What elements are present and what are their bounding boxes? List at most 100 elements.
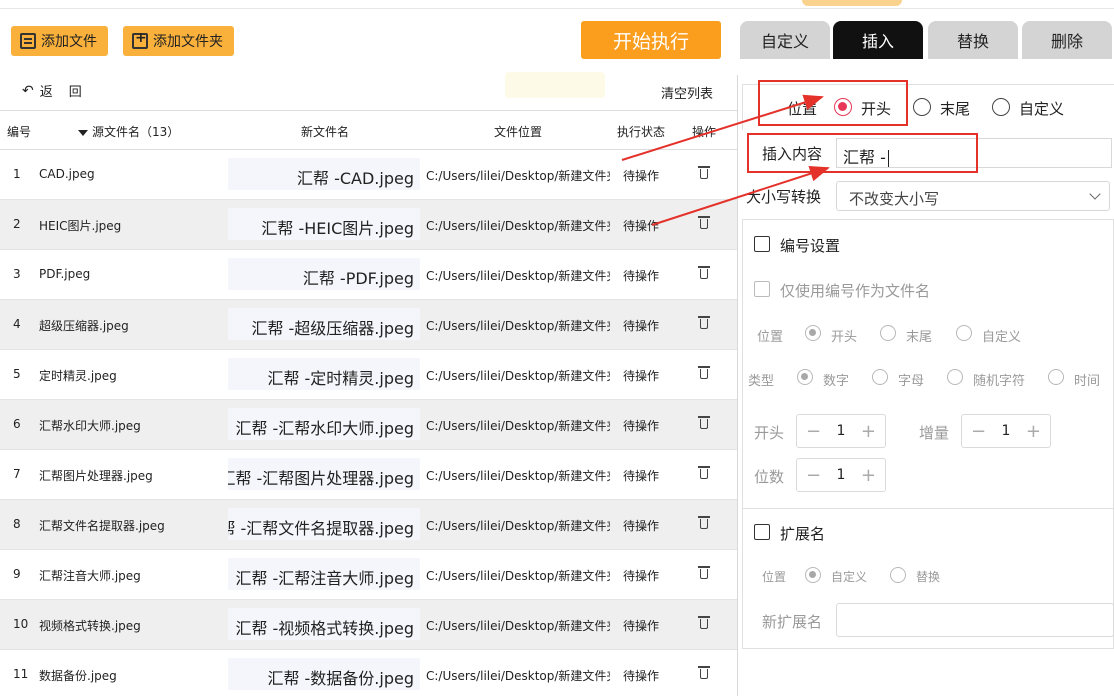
top-accent-tab (802, 0, 902, 6)
col-status: 执行状态 (617, 125, 666, 139)
row-new-name-field[interactable]: 汇帮 -数据备份.jpeg (228, 658, 420, 690)
row-source-name: 汇帮注音大师.jpeg (39, 569, 141, 583)
position-start-radio[interactable] (834, 98, 852, 116)
type-letter-radio[interactable] (872, 369, 888, 385)
row-new-name-field[interactable]: 汇帮 -CAD.jpeg (228, 158, 420, 190)
type-random-radio[interactable] (947, 369, 963, 385)
plus-icon[interactable]: + (1026, 421, 1041, 442)
row-location: C:/Users/lilei/Desktop/新建文件夹 (426, 419, 610, 433)
table-row[interactable]: 3 PDF.jpeg 汇帮 -PDF.jpeg C:/Users/lilei/Desk… (0, 250, 737, 300)
table-row[interactable]: 11 数据备份.jpeg 汇帮 -数据备份.jpeg C:/Users/lilei/D… (0, 650, 737, 696)
table-row[interactable]: 5 定时精灵.jpeg 汇帮 -定时精灵.jpeg C:/Users/lilei/De… (0, 350, 737, 400)
trash-icon[interactable] (698, 316, 710, 330)
table-row[interactable]: 2 HEIC图片.jpeg 汇帮 -HEIC图片.jpeg C:/Users/lile… (0, 200, 737, 250)
position-start-label: 开头 (861, 100, 892, 118)
table-row[interactable]: 6 汇帮水印大师.jpeg 汇帮 -汇帮水印大师.jpeg C:/Users/lile… (0, 400, 737, 450)
row-new-name-field[interactable]: 汇帮 -定时精灵.jpeg (228, 358, 420, 390)
position-end-radio[interactable] (913, 98, 931, 116)
trash-icon[interactable] (698, 366, 710, 380)
plus-icon[interactable]: + (861, 421, 876, 442)
file-icon (20, 33, 36, 49)
type-number-radio[interactable] (797, 369, 813, 385)
numbering-checkbox[interactable] (754, 236, 770, 252)
num-position-end-label: 末尾 (906, 330, 933, 345)
ext-replace-radio[interactable] (890, 567, 906, 583)
faded-highlight (505, 72, 605, 98)
row-new-name-field[interactable]: 汇帮 -视频格式转换.jpeg (228, 608, 420, 640)
trash-icon[interactable] (698, 466, 710, 480)
tab-delete[interactable]: 删除 (1022, 21, 1112, 59)
ext-position-label: 位置 (762, 570, 787, 584)
tab-replace[interactable]: 替换 (928, 21, 1018, 59)
row-new-name-field[interactable]: 汇帮 -PDF.jpeg (228, 258, 420, 290)
ext-custom-radio[interactable] (805, 567, 821, 583)
digits-label: 位数 (754, 468, 785, 486)
tab-insert[interactable]: 插入 (833, 21, 923, 59)
num-position-end-radio[interactable] (880, 325, 896, 341)
trash-icon[interactable] (698, 666, 710, 680)
row-status: 待操作 (623, 169, 660, 183)
row-source-name: CAD.jpeg (39, 167, 95, 181)
trash-icon[interactable] (698, 216, 710, 230)
row-status: 待操作 (623, 669, 660, 683)
table-row[interactable]: 1 CAD.jpeg 汇帮 -CAD.jpeg C:/Users/lilei/Desk… (0, 150, 737, 200)
numbering-title: 编号设置 (780, 237, 841, 255)
trash-icon[interactable] (698, 416, 710, 430)
trash-icon[interactable] (698, 616, 710, 630)
num-position-custom-radio[interactable] (956, 325, 972, 341)
plus-icon[interactable]: + (861, 465, 876, 486)
row-source-name: 汇帮文件名提取器.jpeg (39, 519, 165, 533)
row-number: 1 (13, 167, 21, 181)
start-stepper[interactable]: − 1 + (796, 414, 886, 448)
ext-custom-label: 自定义 (831, 570, 868, 584)
table-row[interactable]: 4 超级压缩器.jpeg 汇帮 -超级压缩器.jpeg C:/Users/lilei/… (0, 300, 737, 350)
insert-content-label: 插入内容 (762, 145, 823, 163)
table-row[interactable]: 8 汇帮文件名提取器.jpeg 汇帮 -汇帮文件名提取器.jpeg C:/Users/… (0, 500, 737, 550)
trash-icon[interactable] (698, 566, 710, 580)
case-label: 大小写转换 (746, 188, 822, 206)
position-custom-radio[interactable] (992, 98, 1010, 116)
digits-stepper[interactable]: − 1 + (796, 458, 886, 492)
ext-replace-label: 替换 (916, 570, 941, 584)
tab-custom[interactable]: 自定义 (740, 21, 830, 59)
row-number: 10 (13, 617, 29, 631)
row-location: C:/Users/lilei/Desktop/新建文件夹 (426, 469, 610, 483)
insert-content-value: 汇帮 - (843, 148, 886, 167)
only-number-checkbox[interactable] (754, 281, 770, 297)
row-new-name-field[interactable]: 汇帮 -汇帮水印大师.jpeg (228, 408, 420, 440)
num-type-label: 类型 (748, 374, 775, 389)
table-row[interactable]: 9 汇帮注音大师.jpeg 汇帮 -汇帮注音大师.jpeg C:/Users/lile… (0, 550, 737, 600)
type-time-radio[interactable] (1048, 369, 1064, 385)
row-new-name-field[interactable]: 汇帮 -汇帮文件名提取器.jpeg (228, 508, 420, 540)
start-button[interactable]: 开始执行 (581, 21, 721, 59)
row-location: C:/Users/lilei/Desktop/新建文件夹 (426, 519, 610, 533)
trash-icon[interactable] (698, 166, 710, 180)
add-file-button[interactable]: 添加文件 (11, 26, 108, 56)
clear-list-button[interactable]: 清空列表 (661, 83, 713, 102)
back-button[interactable]: ↶ 返 回 (22, 81, 82, 101)
new-ext-input[interactable] (836, 603, 1114, 637)
trash-icon[interactable] (698, 266, 710, 280)
num-position-start-radio[interactable] (805, 325, 821, 341)
row-new-name: 汇帮 -PDF.jpeg (302, 269, 414, 288)
step-stepper[interactable]: − 1 + (961, 414, 1051, 448)
col-src-label: 源文件名（13） (92, 125, 180, 139)
insert-content-input[interactable]: 汇帮 - (836, 138, 1112, 168)
table-row[interactable]: 7 汇帮图片处理器.jpeg 汇帮 -汇帮图片处理器.jpeg C:/Users/li… (0, 450, 737, 500)
add-folder-button[interactable]: 添加文件夹 (123, 26, 234, 56)
extension-title: 扩展名 (780, 525, 826, 543)
table-row[interactable]: 10 视频格式转换.jpeg 汇帮 -视频格式转换.jpeg C:/Users/lil… (0, 600, 737, 650)
row-status: 待操作 (623, 469, 660, 483)
chevron-down-icon (1089, 188, 1101, 200)
row-location: C:/Users/lilei/Desktop/新建文件夹 (426, 319, 610, 333)
trash-icon[interactable] (698, 516, 710, 530)
row-new-name-field[interactable]: 汇帮 -汇帮注音大师.jpeg (228, 558, 420, 590)
type-time-label: 时间 (1074, 374, 1101, 389)
row-new-name-field[interactable]: 汇帮 -HEIC图片.jpeg (228, 208, 420, 240)
row-new-name-field[interactable]: 汇帮 -汇帮图片处理器.jpeg (228, 458, 420, 490)
case-select[interactable]: 不改变大小写 (836, 181, 1110, 211)
row-new-name-field[interactable]: 汇帮 -超级压缩器.jpeg (228, 308, 420, 340)
row-new-name: 汇帮 -汇帮注音大师.jpeg (235, 569, 414, 588)
extension-checkbox[interactable] (754, 524, 770, 540)
col-src-sort[interactable]: 源文件名（13） (78, 123, 179, 140)
